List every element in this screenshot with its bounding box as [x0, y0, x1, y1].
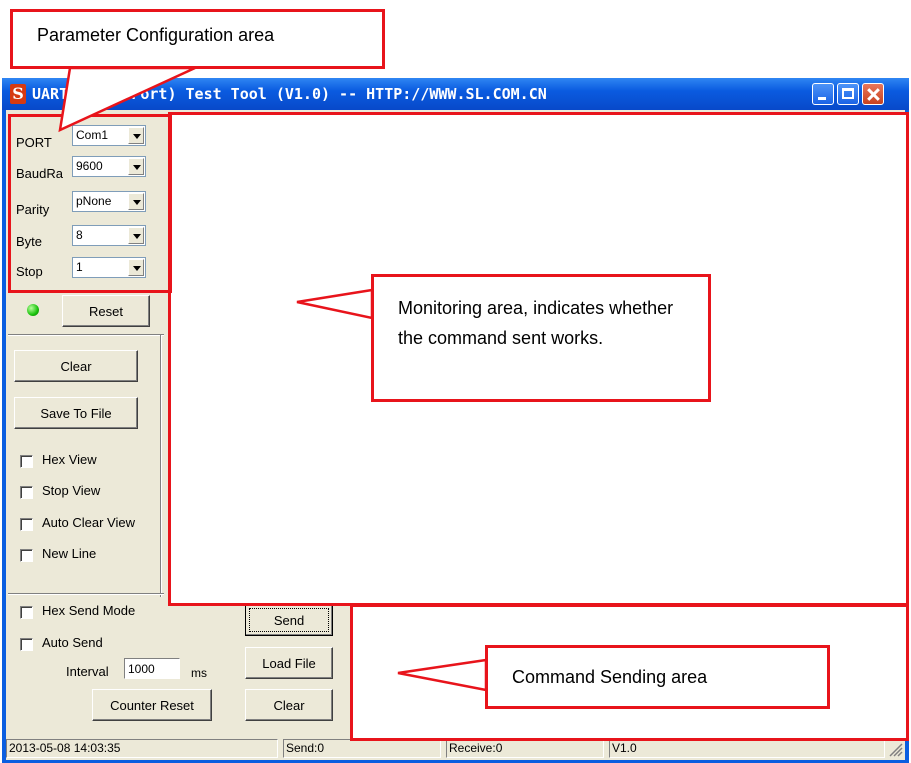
stop-view-label: Stop View: [42, 483, 101, 498]
clear-view-button[interactable]: Clear: [14, 350, 138, 382]
new-line-label: New Line: [42, 546, 97, 561]
auto-clear-view-label: Auto Clear View: [42, 515, 135, 530]
send-button[interactable]: Send: [245, 604, 333, 636]
divider: [8, 334, 164, 336]
hex-view-checkbox[interactable]: [20, 455, 33, 468]
hex-send-mode-checkbox[interactable]: [20, 606, 33, 619]
interval-input[interactable]: [124, 658, 180, 679]
command-callout: Command Sending area: [485, 645, 830, 709]
maximize-button[interactable]: [837, 83, 859, 105]
interval-unit: ms: [191, 666, 207, 680]
auto-send-checkbox[interactable]: [20, 638, 33, 651]
divider: [8, 593, 164, 595]
app-logo-icon: S: [10, 84, 26, 104]
auto-send-label: Auto Send: [42, 635, 103, 650]
new-line-checkbox[interactable]: [20, 549, 33, 562]
save-to-file-button[interactable]: Save To File: [14, 397, 138, 429]
status-version: V1.0: [609, 739, 885, 758]
auto-clear-view-checkbox[interactable]: [20, 518, 33, 531]
clear-send-button[interactable]: Clear: [245, 689, 333, 721]
status-led-icon: [27, 304, 39, 316]
counter-reset-button[interactable]: Counter Reset: [92, 689, 212, 721]
hex-view-label: Hex View: [42, 452, 97, 467]
interval-label: Interval: [66, 664, 109, 679]
parameter-callout-text: Parameter Configuration area: [37, 25, 275, 45]
window-title: UART(SerialPort) Test Tool (V1.0) -- HTT…: [32, 85, 547, 103]
vertical-divider: [160, 335, 162, 597]
parameter-area-highlight: [8, 114, 172, 293]
stop-view-checkbox[interactable]: [20, 486, 33, 499]
resize-grip-icon[interactable]: [887, 741, 903, 757]
close-button[interactable]: [862, 83, 884, 105]
monitoring-callout-text: Monitoring area, indicates whether the c…: [398, 298, 674, 348]
status-send-count: Send:0: [283, 739, 441, 758]
minimize-button[interactable]: [812, 83, 834, 105]
monitoring-callout: Monitoring area, indicates whether the c…: [371, 274, 711, 402]
status-receive-count: Receive:0: [446, 739, 604, 758]
command-callout-text: Command Sending area: [512, 667, 708, 687]
reset-button[interactable]: Reset: [62, 295, 150, 327]
status-datetime: 2013-05-08 14:03:35: [6, 739, 278, 758]
parameter-callout: Parameter Configuration area: [10, 9, 385, 69]
hex-send-mode-label: Hex Send Mode: [42, 603, 136, 618]
load-file-button[interactable]: Load File: [245, 647, 333, 679]
